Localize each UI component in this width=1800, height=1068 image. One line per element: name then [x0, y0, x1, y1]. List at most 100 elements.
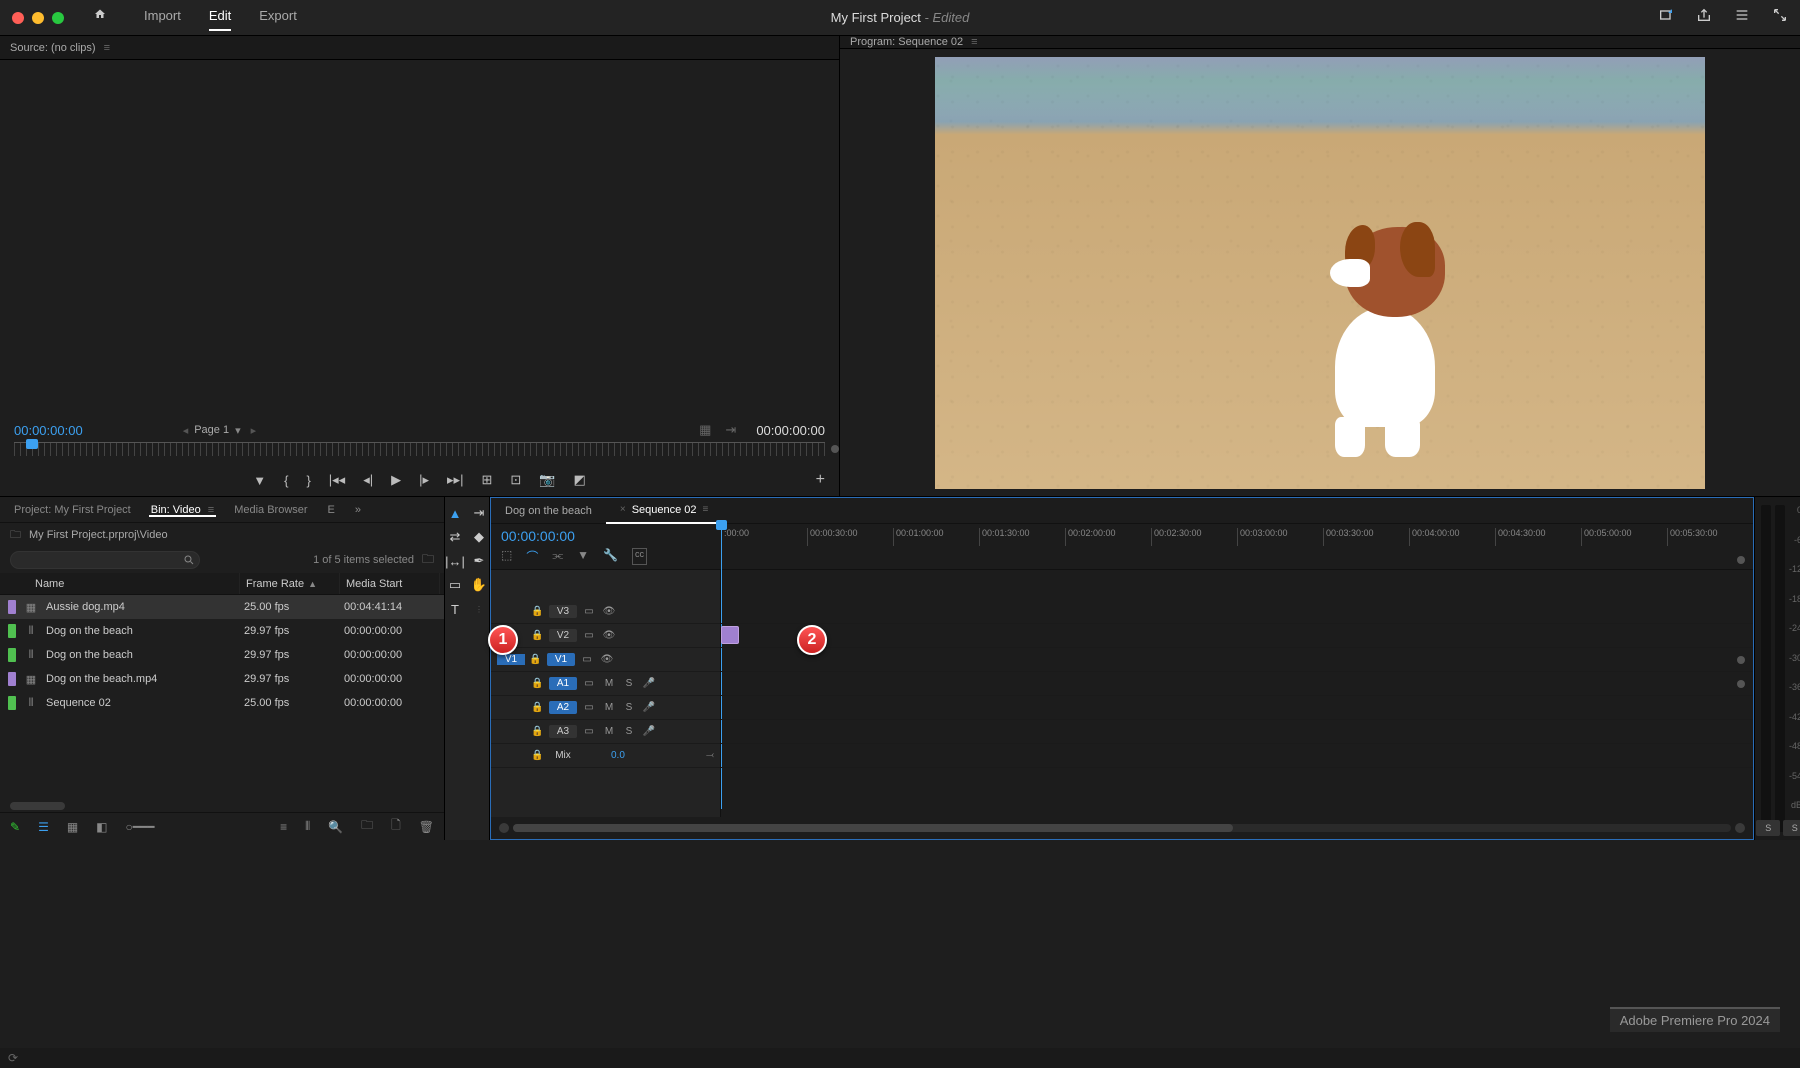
zoom-slider[interactable]: ○━━━: [126, 820, 155, 834]
lane-a2[interactable]: [721, 696, 1753, 720]
project-row[interactable]: ▦ Dog on the beach.mp4 29.97 fps 00:00:0…: [0, 667, 444, 691]
razor-tool-icon[interactable]: ◆: [469, 527, 489, 547]
step-forward-icon[interactable]: |▸: [419, 472, 429, 488]
track-header-a1[interactable]: 🔒 A1 ▭ M S 🎤: [491, 672, 720, 696]
h-scrollbar[interactable]: [10, 802, 65, 810]
lane-a1[interactable]: [721, 672, 1753, 696]
tab-bin[interactable]: Bin: Video ≡: [141, 504, 224, 516]
share-icon[interactable]: [1696, 7, 1712, 28]
track-header-v1[interactable]: V1 🔒 V1 ▭ 👁: [491, 648, 720, 672]
lock-icon[interactable]: 🔒: [531, 702, 545, 713]
sync-lock-icon[interactable]: ▭: [581, 630, 597, 641]
pen-tool-icon[interactable]: ✒: [469, 551, 489, 571]
lane-v1[interactable]: [721, 648, 1753, 672]
step-back-icon[interactable]: ◂|: [363, 472, 373, 488]
sync-lock-icon[interactable]: ▭: [581, 702, 597, 713]
button-editor-icon[interactable]: +: [816, 471, 825, 489]
track-header-a3[interactable]: 🔒 A3 ▭ M S 🎤: [491, 720, 720, 744]
new-bin-icon[interactable]: 🗀: [422, 550, 434, 571]
home-icon[interactable]: [94, 8, 114, 28]
tab-media-browser[interactable]: Media Browser: [224, 504, 317, 516]
mute-icon[interactable]: M: [601, 726, 617, 737]
mute-icon[interactable]: M: [601, 678, 617, 689]
lock-icon[interactable]: 🔒: [531, 678, 545, 689]
track-header-v2[interactable]: 🔒 V2 ▭ 👁: [491, 624, 720, 648]
selection-tool-icon[interactable]: ▲: [445, 503, 465, 523]
sync-lock-icon[interactable]: ▭: [581, 726, 597, 737]
col-media-start[interactable]: Media Start: [340, 573, 440, 594]
hand-tool-icon[interactable]: ✋: [469, 575, 489, 595]
voice-over-icon[interactable]: 🎤: [641, 702, 657, 713]
proxy-toggle-icon[interactable]: ◩: [573, 472, 585, 488]
sort-icon[interactable]: ≡: [280, 820, 287, 834]
lane-v2[interactable]: [721, 624, 1753, 648]
source-viewport[interactable]: [0, 60, 839, 418]
close-window-icon[interactable]: [12, 12, 24, 24]
solo-right-button[interactable]: S: [1783, 820, 1800, 836]
timeline-tab-0[interactable]: Dog on the beach: [491, 498, 606, 524]
linked-selection-icon[interactable]: ⫘: [552, 548, 563, 565]
new-bin-icon[interactable]: 🗀: [361, 816, 373, 837]
col-name[interactable]: Name: [0, 573, 240, 594]
sync-lock-icon[interactable]: ▭: [581, 606, 597, 617]
fullscreen-icon[interactable]: [1772, 7, 1788, 28]
lane-a3[interactable]: [721, 720, 1753, 744]
lock-icon[interactable]: 🔒: [531, 726, 545, 737]
scroll-track[interactable]: [513, 824, 1731, 832]
source-scrubber[interactable]: [0, 442, 839, 464]
label-swatch[interactable]: [8, 696, 16, 710]
snap-icon[interactable]: ⌒: [526, 548, 538, 565]
track-header-mix[interactable]: 🔒 Mix 0.0 ⤙: [491, 744, 720, 768]
mark-in-icon[interactable]: {: [284, 473, 288, 488]
panel-menu-icon[interactable]: ≡: [971, 36, 977, 48]
minimize-window-icon[interactable]: [32, 12, 44, 24]
zoom-handle-icon[interactable]: [1737, 656, 1745, 664]
track-header-v3[interactable]: 🔒 V3 ▭ 👁: [491, 600, 720, 624]
close-tab-icon[interactable]: ×: [620, 504, 626, 515]
timeline-tab-1[interactable]: × Sequence 02 ≡: [606, 498, 723, 524]
track-header-a2[interactable]: 🔒 A2 ▭ M S 🎤: [491, 696, 720, 720]
settings-icon[interactable]: 🔧: [603, 548, 618, 565]
quick-export-icon[interactable]: [1658, 7, 1674, 28]
scroll-thumb[interactable]: [513, 824, 1233, 832]
zoom-handle-icon[interactable]: [831, 445, 839, 453]
source-tc-out[interactable]: 00:00:00:00: [756, 423, 825, 438]
program-header[interactable]: Program: Sequence 02 ≡: [840, 36, 1800, 49]
source-tc-in[interactable]: 00:00:00:00: [14, 423, 83, 438]
nest-icon[interactable]: ⬚: [501, 548, 512, 565]
ripple-edit-tool-icon[interactable]: ⇄: [445, 527, 465, 547]
overflow-tabs-icon[interactable]: »: [345, 504, 371, 516]
track-select-tool-icon[interactable]: ⇥: [469, 503, 489, 523]
sync-icon[interactable]: ⟳: [8, 1051, 18, 1065]
source-page-selector[interactable]: ◂ Page 1 ▾ ▸: [183, 424, 256, 437]
source-playhead-icon[interactable]: [26, 439, 38, 449]
sync-lock-icon[interactable]: ▭: [581, 678, 597, 689]
list-view-icon[interactable]: ☰: [38, 820, 49, 834]
voice-over-icon[interactable]: 🎤: [641, 726, 657, 737]
project-row[interactable]: ⫴ Dog on the beach 29.97 fps 00:00:00:00: [0, 643, 444, 667]
timeline-lanes[interactable]: [721, 570, 1753, 817]
lock-icon[interactable]: 🔒: [529, 654, 543, 665]
automate-icon[interactable]: ⫴: [305, 819, 310, 834]
voice-over-icon[interactable]: 🎤: [641, 678, 657, 689]
timeline-ruler[interactable]: :00:0000:00:30:0000:01:00:0000:01:30:000…: [721, 528, 1753, 546]
lane-v3[interactable]: [721, 600, 1753, 624]
delete-icon[interactable]: 🗑: [419, 820, 434, 834]
mute-icon[interactable]: M: [601, 702, 617, 713]
storyboard-icon[interactable]: ▦: [699, 422, 711, 438]
slip-tool-icon[interactable]: |↔|: [445, 551, 465, 571]
sync-lock-icon[interactable]: ▭: [579, 654, 595, 665]
new-item-icon[interactable]: 🗋: [391, 816, 401, 837]
label-swatch[interactable]: [8, 648, 16, 662]
lane-mix[interactable]: [721, 744, 1753, 768]
lock-icon[interactable]: 🔒: [531, 606, 545, 617]
mark-out-icon[interactable]: }: [306, 473, 310, 488]
label-swatch[interactable]: [8, 624, 16, 638]
freeform-view-icon[interactable]: ◧: [96, 820, 107, 834]
tab-edit[interactable]: Edit: [209, 4, 231, 31]
workspace-menu-icon[interactable]: [1734, 7, 1750, 28]
type-tool-icon[interactable]: T: [445, 599, 465, 619]
zoom-in-handle-icon[interactable]: [1735, 823, 1745, 833]
panel-menu-icon[interactable]: ≡: [104, 42, 110, 54]
go-to-in-icon[interactable]: |◂◂: [329, 472, 345, 488]
